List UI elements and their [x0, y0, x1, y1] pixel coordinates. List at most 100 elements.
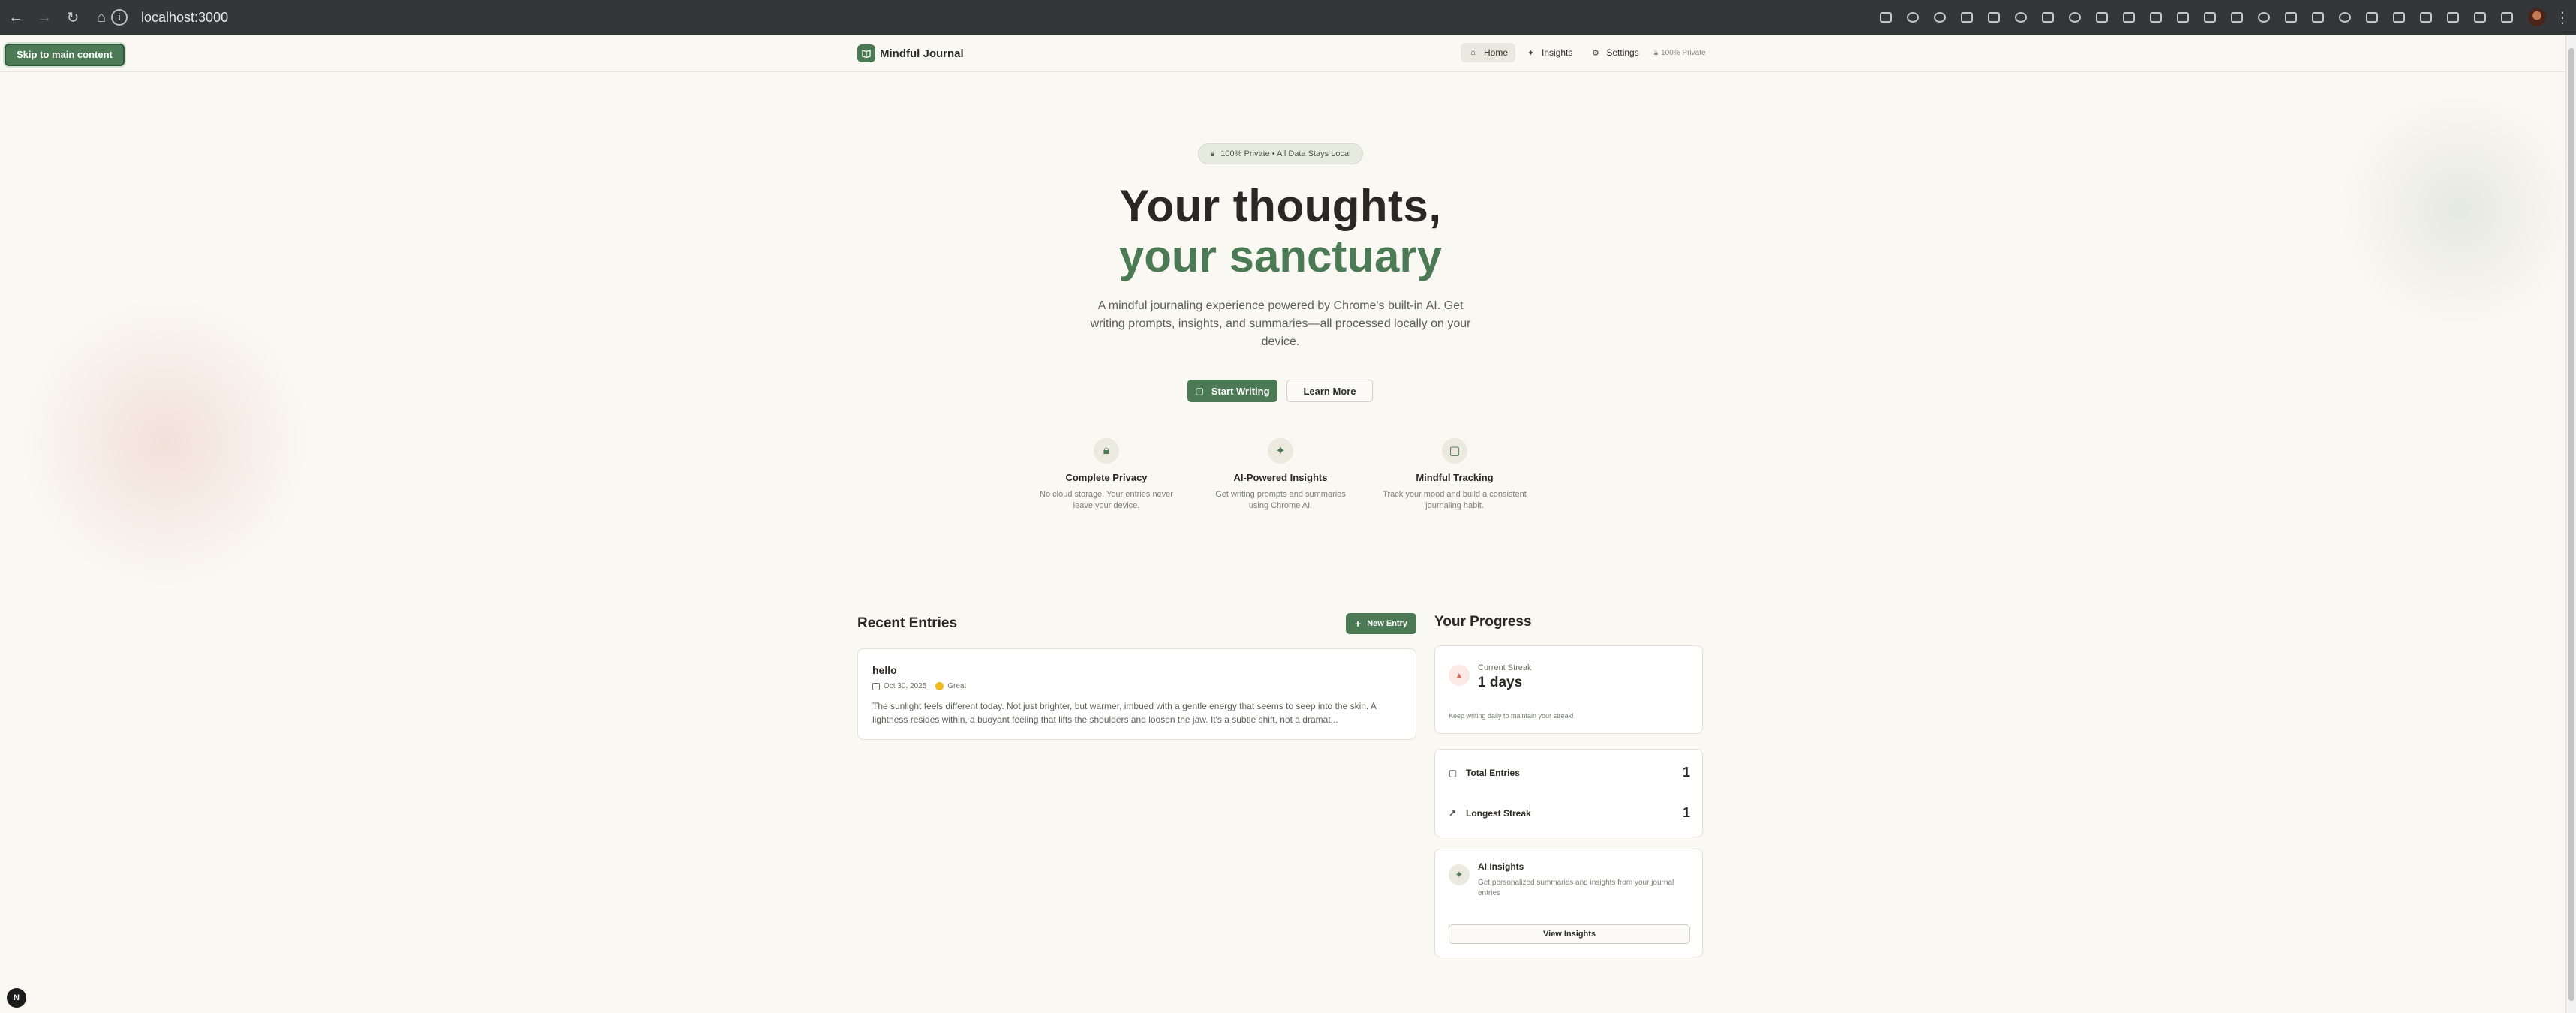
- zoom-icon[interactable]: [1899, 5, 1926, 30]
- dev-tools-badge[interactable]: N: [7, 988, 26, 1008]
- page-scrollbar[interactable]: [2565, 35, 2576, 1013]
- new-entry-button[interactable]: + New Entry: [1346, 613, 1416, 634]
- privacy-pill-label: 100% Private • All Data Stays Local: [1220, 149, 1351, 158]
- background-glow: [15, 300, 315, 585]
- sparkles-icon: ✦: [1268, 438, 1293, 464]
- print-icon[interactable]: [2223, 5, 2250, 30]
- smile-icon: [935, 682, 944, 690]
- install-app-icon[interactable]: [1872, 5, 1899, 30]
- extension-icon[interactable]: [2385, 5, 2412, 30]
- book-icon: ▢: [1195, 386, 1204, 396]
- browser-menu-icon[interactable]: ⋮: [2553, 8, 2571, 27]
- entry-meta: Oct 30, 2025 Great: [872, 682, 1401, 690]
- profile-avatar[interactable]: [2528, 8, 2546, 26]
- app-header: Skip to main content Mindful Journal ⌂ H…: [0, 35, 2565, 72]
- extension-icon[interactable]: [2007, 5, 2034, 30]
- password-key-icon[interactable]: [2277, 5, 2304, 30]
- entry-mood-label: Great: [947, 682, 967, 690]
- new-entry-label: New Entry: [1367, 619, 1407, 628]
- entry-mood: Great: [935, 682, 966, 690]
- history-icon[interactable]: [2250, 5, 2277, 30]
- entry-title: hello: [872, 664, 897, 676]
- scrollbar-thumb[interactable]: [2568, 48, 2574, 1001]
- address-bar[interactable]: i localhost:3000: [111, 5, 228, 30]
- calendar-icon: [872, 682, 880, 690]
- back-icon[interactable]: ←: [3, 5, 29, 30]
- skip-to-content-link[interactable]: Skip to main content: [5, 44, 125, 66]
- feature-title: AI-Powered Insights: [1233, 472, 1328, 483]
- private-badge: 🔒︎ 100% Private: [1654, 49, 1706, 57]
- extension-icon[interactable]: [2196, 5, 2223, 30]
- nav-home-label: Home: [1484, 47, 1509, 58]
- total-entries-row: ▢ Total Entries 1: [1449, 765, 1690, 780]
- nav-settings[interactable]: ⚙ Settings: [1583, 43, 1646, 62]
- extension-icon[interactable]: [1980, 5, 2007, 30]
- brand[interactable]: Mindful Journal: [857, 44, 964, 62]
- lock-icon: 🔒︎: [1210, 149, 1215, 158]
- main-nav: ⌂ Home ✦ Insights ⚙ Settings 🔒︎ 100% Pri…: [1461, 43, 1706, 62]
- entry-card[interactable]: hello Oct 30, 2025 Great The sunlight fe…: [857, 648, 1416, 740]
- entry-date: Oct 30, 2025: [884, 682, 927, 690]
- extension-icon[interactable]: [2088, 5, 2115, 30]
- journal-logo-icon: [857, 44, 875, 62]
- background-glow: [2325, 98, 2576, 323]
- lock-icon: 🔒︎: [1653, 48, 1659, 57]
- sparkles-icon: ✦: [1527, 48, 1535, 58]
- extension-icon[interactable]: [1953, 5, 1980, 30]
- ai-insights-title: AI Insights: [1478, 861, 1524, 872]
- cast-icon[interactable]: [2412, 5, 2439, 30]
- nav-insights-label: Insights: [1542, 47, 1573, 58]
- extension-icon[interactable]: [2061, 5, 2088, 30]
- total-entries-label: Total Entries: [1466, 767, 1520, 778]
- feature-description: No cloud storage. Your entries never lea…: [1040, 490, 1173, 510]
- home-icon: ⌂: [1470, 48, 1476, 57]
- trending-up-icon: ↗: [1449, 807, 1457, 819]
- hero-title-line2: your sanctuary: [1118, 231, 1443, 281]
- bookmark-star-icon[interactable]: [1926, 5, 1953, 30]
- hero-title-line1: Your thoughts,: [1119, 181, 1442, 231]
- streak-label: Current Streak: [1478, 663, 1532, 672]
- ai-insights-card: ✦ AI Insights Get personalized summaries…: [1434, 849, 1703, 957]
- extension-icon[interactable]: [2034, 5, 2061, 30]
- flame-icon: ▲: [1449, 665, 1470, 686]
- download-icon[interactable]: [2115, 5, 2142, 30]
- view-insights-button[interactable]: View Insights: [1449, 924, 1690, 944]
- extension-icon[interactable]: [2358, 5, 2385, 30]
- gear-icon: ⚙: [1591, 48, 1599, 58]
- plus-icon: +: [1355, 618, 1362, 630]
- forward-icon[interactable]: →: [32, 5, 57, 30]
- reload-icon[interactable]: ↻: [60, 5, 86, 30]
- extension-icon[interactable]: [2493, 5, 2520, 30]
- brand-name: Mindful Journal: [880, 47, 964, 60]
- learn-more-button[interactable]: Learn More: [1286, 380, 1373, 402]
- entry-excerpt: The sunlight feels different today. Not …: [872, 701, 1377, 725]
- feature-title: Complete Privacy: [1065, 472, 1148, 483]
- nav-home[interactable]: ⌂ Home: [1461, 43, 1516, 62]
- book-icon: ▢: [1442, 438, 1467, 464]
- longest-streak-value: 1: [1682, 805, 1690, 820]
- extension-icon[interactable]: [2169, 5, 2196, 30]
- feature-mindful-tracking: ▢ Mindful Tracking Track your mood and b…: [1380, 438, 1530, 512]
- ai-insights-description: Get personalized summaries and insights …: [1478, 879, 1674, 897]
- address-url[interactable]: localhost:3000: [141, 10, 228, 26]
- privacy-pill: 🔒︎ 100% Private • All Data Stays Local: [1198, 143, 1363, 164]
- payment-card-icon[interactable]: [2304, 5, 2331, 30]
- home-icon[interactable]: ⌂: [89, 5, 114, 30]
- streak-value: 1 days: [1478, 675, 1523, 690]
- start-writing-button[interactable]: ▢ Start Writing: [1187, 380, 1277, 402]
- side-panel-icon[interactable]: [2439, 5, 2466, 30]
- longest-streak-label: Longest Streak: [1466, 807, 1531, 819]
- lock-icon: 🔒︎: [1094, 438, 1119, 464]
- code-icon[interactable]: [2466, 5, 2493, 30]
- sparkles-icon: ✦: [1449, 864, 1470, 885]
- site-info-icon[interactable]: i: [111, 9, 128, 26]
- book-icon: ▢: [1449, 767, 1458, 778]
- total-entries-value: 1: [1682, 765, 1690, 780]
- location-icon[interactable]: [2331, 5, 2358, 30]
- browser-toolbar: ← → ↻ ⌂ i localhost:3000 ⋮: [0, 0, 2576, 35]
- hero-description: A mindful journaling experience powered …: [1090, 299, 1471, 348]
- start-writing-label: Start Writing: [1211, 385, 1270, 397]
- private-badge-label: 100% Private: [1661, 48, 1706, 57]
- nav-insights[interactable]: ✦ Insights: [1518, 43, 1580, 62]
- translate-icon[interactable]: [2142, 5, 2169, 30]
